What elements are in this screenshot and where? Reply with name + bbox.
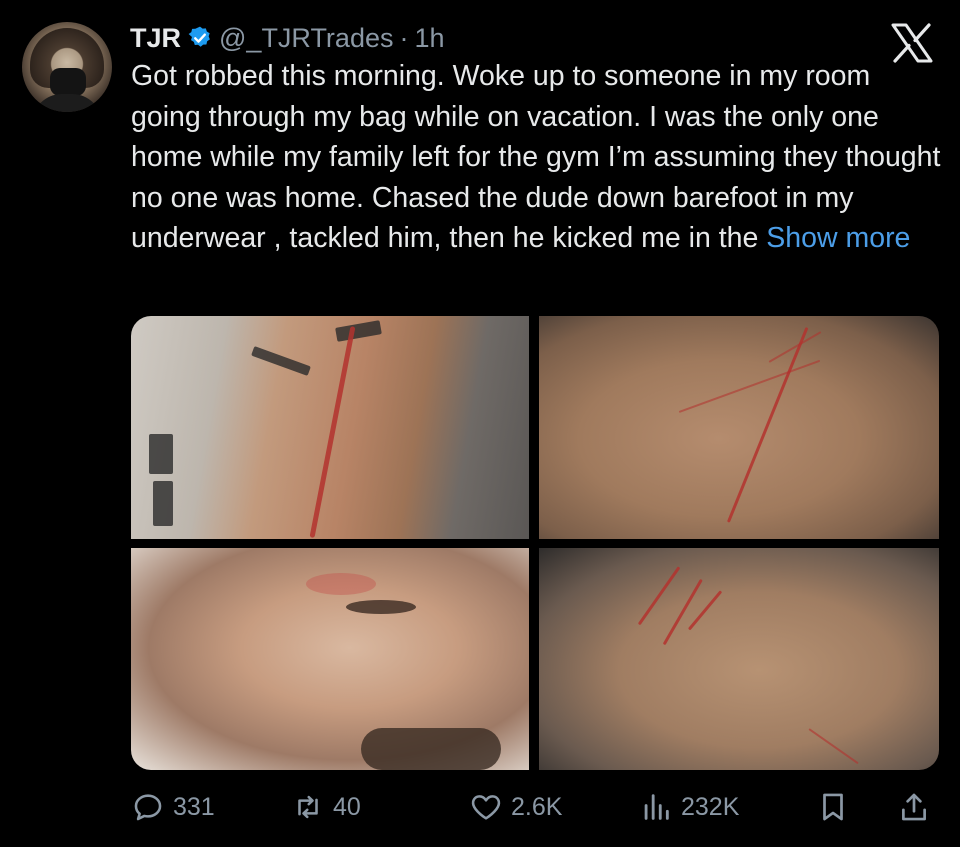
avatar[interactable] [22,22,112,112]
cut-mark [309,326,356,539]
beard-mark [361,728,501,770]
cut-mark [637,566,681,626]
retweet-button[interactable]: 40 [291,785,361,829]
cut-mark [726,326,809,523]
avatar-face-mask [50,68,86,96]
share-icon [902,793,926,821]
tweet-actions: 331 40 2.6K 232K [131,785,939,829]
views-icon [644,794,669,820]
like-count: 2.6K [511,792,563,821]
reply-count: 331 [173,792,215,821]
like-icon [471,795,501,820]
show-more-link[interactable]: Show more [766,222,910,254]
author-name[interactable]: TJR [130,23,181,54]
retweet-count: 40 [333,792,361,821]
bookmark-icon [823,793,843,821]
like-button[interactable]: 2.6K [469,785,562,829]
face-bruise-photo[interactable] [131,548,529,770]
bruise-mark [306,573,376,595]
tattoo-mark [335,320,382,342]
verified-badge-icon [188,26,210,47]
reply-button[interactable]: 331 [131,785,215,829]
share-button[interactable] [897,785,931,829]
tattoo-mark [153,481,173,526]
eye-mark [346,600,416,614]
views-count: 232K [681,792,740,821]
tweet-header: TJR @_TJRTrades · 1h [130,20,445,56]
media-grid [131,316,939,770]
cut-mark [678,359,821,413]
arm-scratches-photo[interactable] [539,316,939,539]
avatar-body [32,94,102,112]
forearm-cut-photo[interactable] [131,316,529,539]
bookmark-button[interactable] [816,785,850,829]
retweet-icon [298,795,318,819]
reply-icon [134,794,162,821]
cut-mark [662,578,703,646]
author-handle[interactable]: @_TJRTrades [219,23,393,54]
post-time[interactable]: 1h [414,23,444,54]
tweet-body: Got robbed this morning. Woke up to some… [131,56,946,259]
separator-dot: · [399,22,409,53]
tattoo-mark [149,434,173,474]
cut-mark [808,728,859,765]
views-button[interactable]: 232K [639,785,739,829]
tattoo-mark [251,346,311,376]
knee-scratches-photo[interactable] [539,548,939,770]
